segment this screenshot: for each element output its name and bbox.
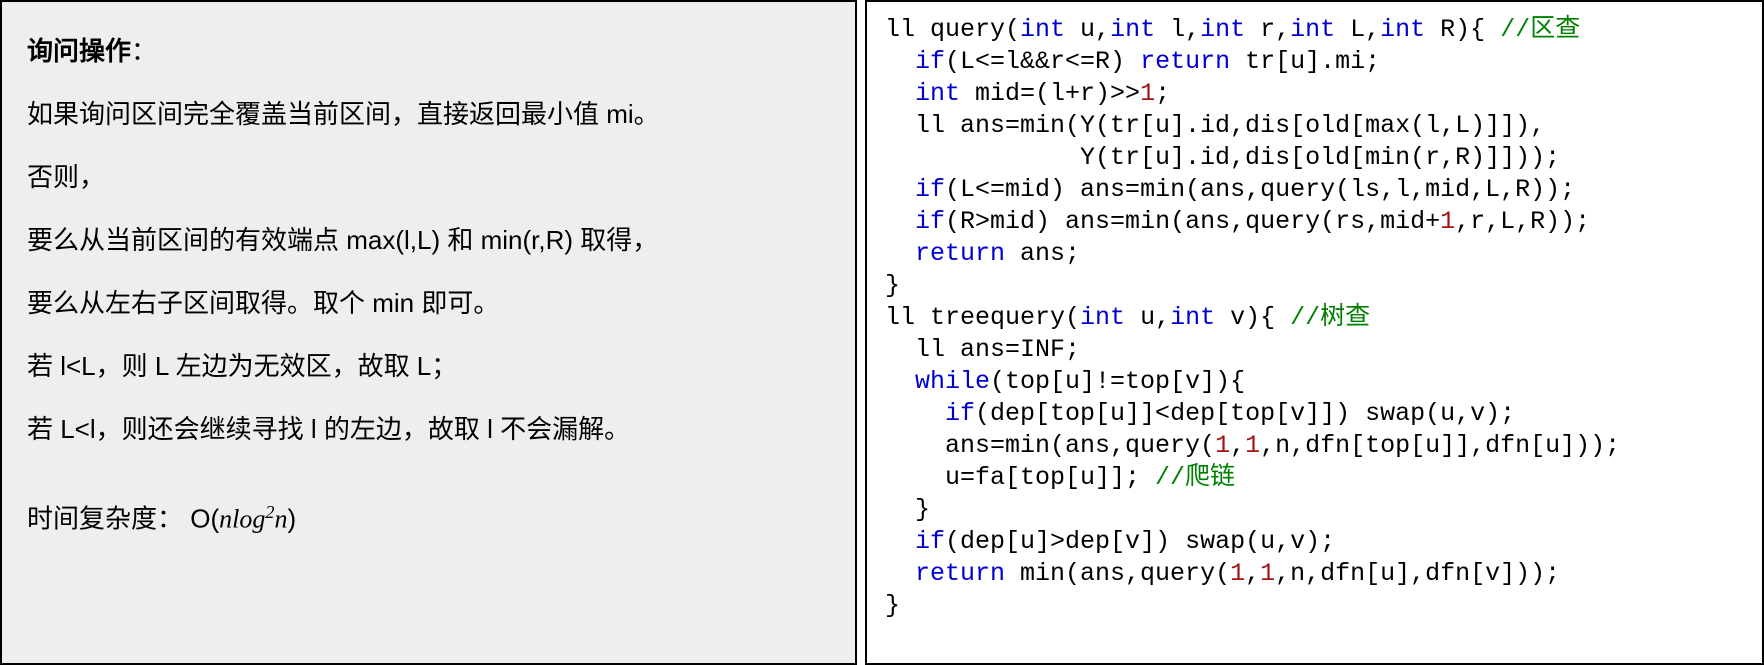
code-txt: ll treequery(	[885, 303, 1080, 332]
code-line-7: if(R>mid) ans=min(ans,query(rs,mid+1,r,L…	[885, 206, 1744, 238]
code-line-6: if(L<=mid) ans=min(ans,query(ls,l,mid,L,…	[885, 174, 1744, 206]
code-txt: R){	[1425, 15, 1500, 44]
code-txt	[885, 207, 915, 236]
code-txt: L,	[1335, 15, 1380, 44]
code-txt: ,	[1230, 431, 1245, 460]
code-num: 1	[1260, 559, 1275, 588]
para-5: 若 l<L，则 L 左边为无效区，故取 L；	[27, 347, 830, 386]
code-line-19: }	[885, 590, 1744, 622]
complexity-close: )	[287, 504, 296, 534]
code-txt	[885, 399, 945, 428]
code-kw: int	[1080, 303, 1125, 332]
code-num: 1	[1140, 79, 1155, 108]
code-line-2: if(L<=l&&r<=R) return tr[u].mi;	[885, 46, 1744, 78]
code-comment: //区查	[1500, 15, 1580, 44]
code-txt: u=fa[top[u]];	[885, 463, 1155, 492]
code-line-10: ll treequery(int u,int v){ //树查	[885, 302, 1744, 334]
code-kw: while	[915, 367, 990, 396]
complexity-label: 时间复杂度： O(	[27, 504, 219, 534]
math-log: log	[232, 505, 265, 534]
panel-divider	[857, 0, 865, 665]
code-line-3: int mid=(l+r)>>1;	[885, 78, 1744, 110]
code-txt: tr[u].mi;	[1230, 47, 1380, 76]
code-txt: (L<=mid) ans=min(ans,query(ls,l,mid,L,R)…	[945, 175, 1575, 204]
code-kw: if	[915, 175, 945, 204]
code-num: 1	[1230, 559, 1245, 588]
code-txt: ,r,L,R));	[1455, 207, 1590, 236]
code-line-8: return ans;	[885, 238, 1744, 270]
code-txt: u,	[1065, 15, 1110, 44]
code-txt: mid=(l+r)>>	[960, 79, 1140, 108]
math-n1: n	[219, 505, 232, 534]
code-txt: ,n,dfn[top[u]],dfn[u]));	[1260, 431, 1620, 460]
code-kw: int	[1020, 15, 1065, 44]
code-line-12: while(top[u]!=top[v]){	[885, 366, 1744, 398]
code-kw: if	[915, 527, 945, 556]
code-txt	[885, 559, 915, 588]
code-line-18: return min(ans,query(1,1,n,dfn[u],dfn[v]…	[885, 558, 1744, 590]
para-1: 如果询问区间完全覆盖当前区间，直接返回最小值 mi。	[27, 95, 830, 134]
code-txt: ll query(	[885, 15, 1020, 44]
code-line-5: Y(tr[u].id,dis[old[min(r,R)]]));	[885, 142, 1744, 174]
code-line-15: u=fa[top[u]]; //爬链	[885, 462, 1744, 494]
complexity-line: 时间复杂度： O(nlog2n)	[27, 499, 830, 539]
code-kw: int	[1200, 15, 1245, 44]
code-txt: (dep[top[u]]<dep[top[v]]) swap(u,v);	[975, 399, 1515, 428]
code-txt: u,	[1125, 303, 1170, 332]
code-kw: int	[915, 79, 960, 108]
code-kw: return	[915, 239, 1005, 268]
code-num: 1	[1215, 431, 1230, 460]
code-txt	[885, 367, 915, 396]
code-txt	[885, 175, 915, 204]
code-comment: //爬链	[1155, 463, 1235, 492]
para-3: 要么从当前区间的有效端点 max(l,L) 和 min(r,R) 取得，	[27, 221, 830, 260]
code-kw: return	[915, 559, 1005, 588]
title-colon: ：	[131, 36, 157, 66]
code-line-14: ans=min(ans,query(1,1,n,dfn[top[u]],dfn[…	[885, 430, 1744, 462]
code-txt: ans;	[1005, 239, 1080, 268]
code-line-9: }	[885, 270, 1744, 302]
code-line-4: ll ans=min(Y(tr[u].id,dis[old[max(l,L)]]…	[885, 110, 1744, 142]
title-text: 询问操作	[27, 36, 131, 66]
code-line-16: }	[885, 494, 1744, 526]
code-kw: if	[945, 399, 975, 428]
code-kw: if	[915, 207, 945, 236]
code-txt: (dep[u]>dep[v]) swap(u,v);	[945, 527, 1335, 556]
code-txt: (L<=l&&r<=R)	[945, 47, 1140, 76]
code-kw: int	[1380, 15, 1425, 44]
code-kw: int	[1290, 15, 1335, 44]
code-txt: ,n,dfn[u],dfn[v]));	[1275, 559, 1560, 588]
para-6: 若 L<l，则还会继续寻找 l 的左边，故取 l 不会漏解。	[27, 410, 830, 449]
code-txt	[885, 79, 915, 108]
code-kw: int	[1170, 303, 1215, 332]
code-kw: return	[1140, 47, 1230, 76]
code-txt	[885, 239, 915, 268]
code-line-11: ll ans=INF;	[885, 334, 1744, 366]
code-txt	[885, 47, 915, 76]
code-txt: r,	[1245, 15, 1290, 44]
code-txt: ans=min(ans,query(	[885, 431, 1215, 460]
code-txt: (R>mid) ans=min(ans,query(rs,mid+	[945, 207, 1440, 236]
code-line-1: ll query(int u,int l,int r,int L,int R){…	[885, 14, 1744, 46]
code-num: 1	[1440, 207, 1455, 236]
heading: 询问操作：	[27, 32, 830, 71]
code-comment: //树查	[1290, 303, 1370, 332]
math-n2: n	[274, 505, 287, 534]
para-2: 否则，	[27, 158, 830, 197]
code-txt: v){	[1215, 303, 1290, 332]
code-txt: l,	[1155, 15, 1200, 44]
code-txt: (top[u]!=top[v]){	[990, 367, 1245, 396]
code-kw: if	[915, 47, 945, 76]
code-kw: int	[1110, 15, 1155, 44]
code-line-17: if(dep[u]>dep[v]) swap(u,v);	[885, 526, 1744, 558]
code-txt: min(ans,query(	[1005, 559, 1230, 588]
code-panel: ll query(int u,int l,int r,int L,int R){…	[865, 0, 1764, 665]
code-txt: ;	[1155, 79, 1170, 108]
explanation-panel: 询问操作： 如果询问区间完全覆盖当前区间，直接返回最小值 mi。 否则， 要么从…	[0, 0, 857, 665]
code-line-13: if(dep[top[u]]<dep[top[v]]) swap(u,v);	[885, 398, 1744, 430]
code-txt: ,	[1245, 559, 1260, 588]
code-num: 1	[1245, 431, 1260, 460]
para-4: 要么从左右子区间取得。取个 min 即可。	[27, 284, 830, 323]
code-txt	[885, 527, 915, 556]
